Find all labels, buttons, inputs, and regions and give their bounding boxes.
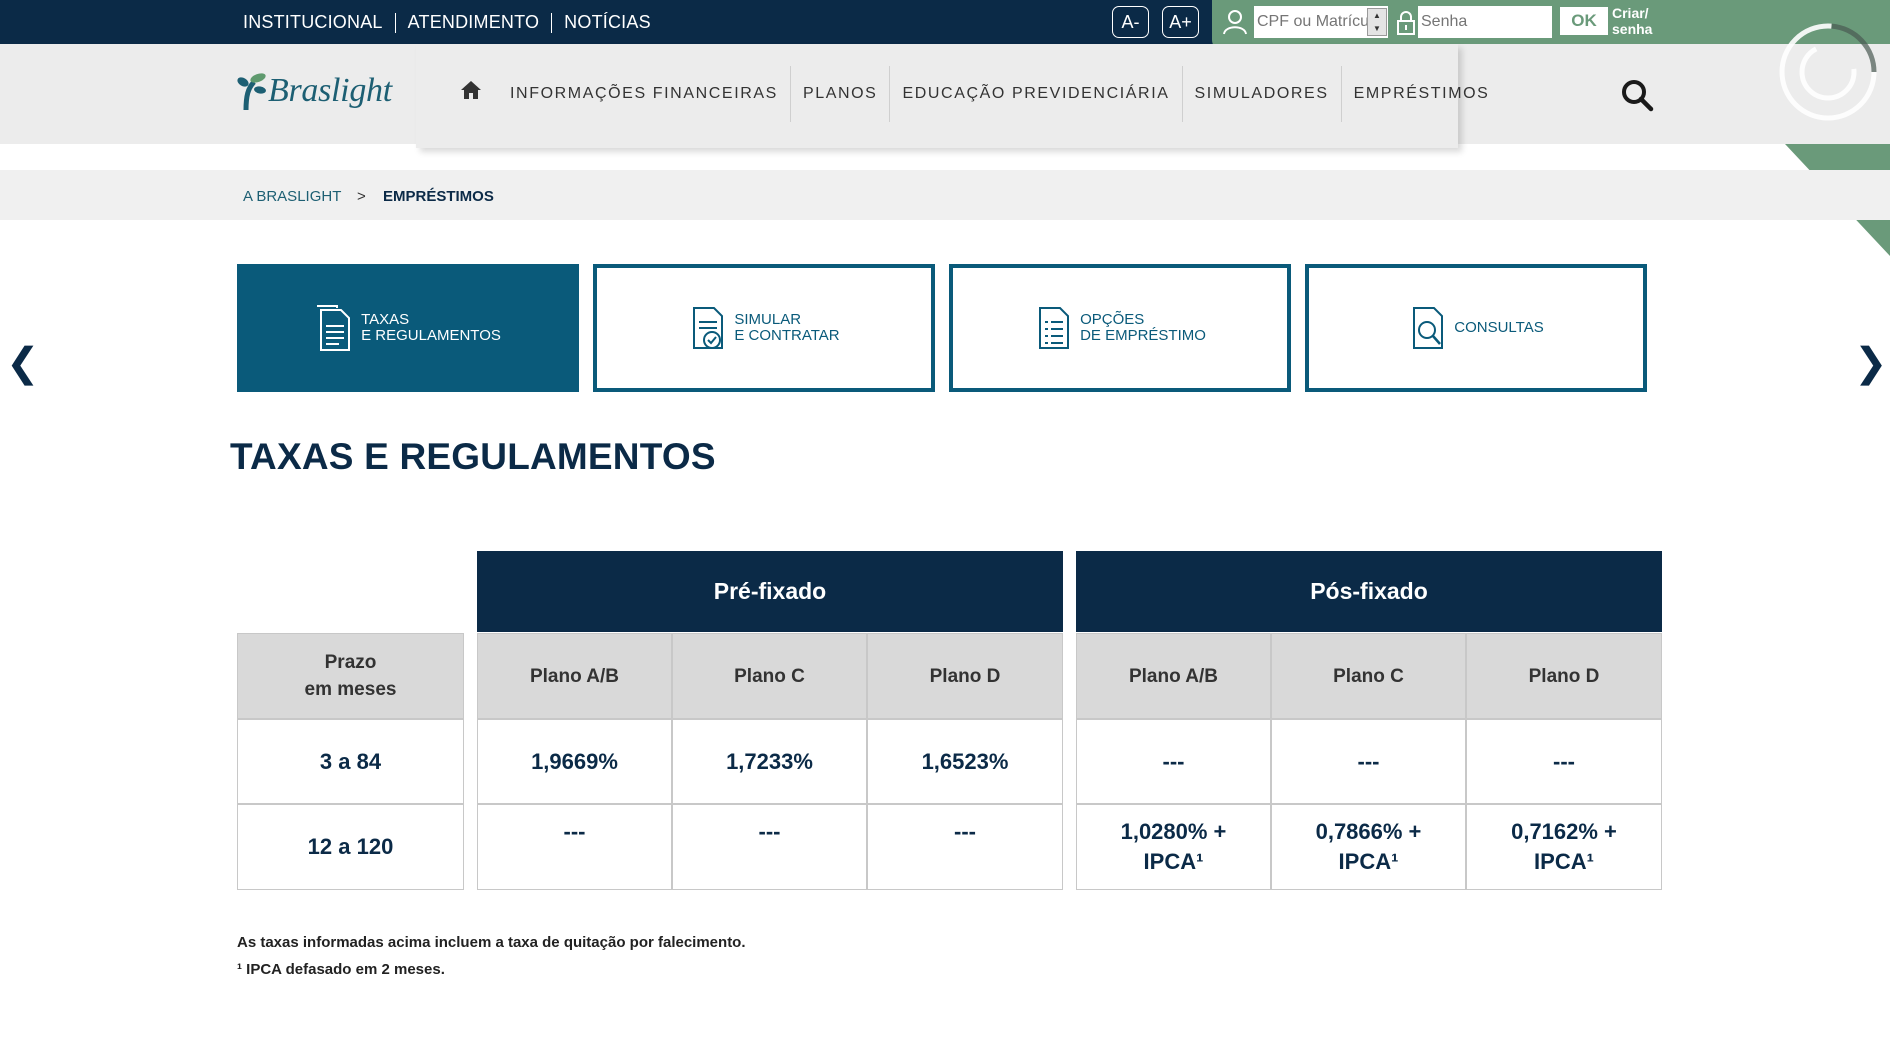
table-cell: --- xyxy=(1076,719,1271,804)
logo-text: Braslight xyxy=(268,72,392,109)
table-cell: 1,7233% xyxy=(672,719,867,804)
table-cell: 0,7866% + IPCA¹ xyxy=(1271,804,1466,890)
plan-header: Plano D xyxy=(1466,633,1662,719)
home-icon[interactable] xyxy=(460,80,482,100)
table-cell: 1,6523% xyxy=(867,719,1063,804)
nav-simuladores[interactable]: SIMULADORES xyxy=(1183,66,1342,122)
tab-label: TAXAS E REGULAMENTOS xyxy=(361,311,501,344)
nav-educacao-previdenciaria[interactable]: EDUCAÇÃO PREVIDENCIÁRIA xyxy=(890,66,1183,122)
tab-label: OPÇÕES DE EMPRÉSTIMO xyxy=(1080,311,1206,344)
criar-senha-line1: Criar/ xyxy=(1612,5,1649,21)
main-nav: INFORMAÇÕES FINANCEIRAS PLANOS EDUCAÇÃO … xyxy=(498,66,1501,122)
breadcrumb-separator: > xyxy=(357,188,366,205)
table-cell: --- xyxy=(867,804,1063,890)
user-icon xyxy=(1223,10,1247,35)
document-list-icon xyxy=(1039,307,1070,349)
login-ok-button[interactable]: OK xyxy=(1560,7,1608,35)
plan-header: Plano D xyxy=(867,633,1063,719)
link-noticias[interactable]: NOTÍCIAS xyxy=(564,12,651,33)
plan-header: Plano C xyxy=(1271,633,1466,719)
loading-ring-icon xyxy=(1779,23,1877,121)
document-search-icon xyxy=(1413,307,1444,349)
senha-input[interactable] xyxy=(1418,6,1552,38)
link-atendimento[interactable]: ATENDIMENTO xyxy=(408,12,540,33)
group-header-pre-fixado: Pré-fixado xyxy=(477,551,1063,632)
table-cell: 0,7162% + IPCA¹ xyxy=(1466,804,1662,890)
breadcrumb-current: EMPRÉSTIMOS xyxy=(383,188,494,205)
tab-opcoes-emprestimo[interactable]: OPÇÕES DE EMPRÉSTIMO xyxy=(949,264,1291,392)
table-cell: --- xyxy=(1466,719,1662,804)
logo-mark-icon xyxy=(237,73,266,111)
lock-icon xyxy=(1397,11,1415,35)
group-header-pos-fixado: Pós-fixado xyxy=(1076,551,1662,632)
link-institucional[interactable]: INSTITUCIONAL xyxy=(243,12,383,33)
footnote: As taxas informadas acima incluem a taxa… xyxy=(237,934,746,951)
nav-informacoes-financeiras[interactable]: INFORMAÇÕES FINANCEIRAS xyxy=(498,66,791,122)
tab-consultas[interactable]: CONSULTAS xyxy=(1305,264,1647,392)
tab-taxas-regulamentos[interactable]: TAXAS E REGULAMENTOS xyxy=(237,264,579,392)
nav-planos[interactable]: PLANOS xyxy=(791,66,891,122)
table-cell: 1,0280% + IPCA¹ xyxy=(1076,804,1271,890)
plan-header: Plano A/B xyxy=(1076,633,1271,719)
plan-header: Plano C xyxy=(672,633,867,719)
font-decrease-button[interactable]: A- xyxy=(1112,6,1149,38)
nav-emprestimos[interactable]: EMPRÉSTIMOS xyxy=(1342,66,1502,122)
tab-simular-contratar[interactable]: SIMULAR E CONTRATAR xyxy=(593,264,935,392)
criar-senha-line2: senha xyxy=(1612,21,1653,37)
prazo-header: Prazo em meses xyxy=(237,633,464,719)
table-cell: 1,9669% xyxy=(477,719,672,804)
carousel-prev-button[interactable]: ❮ xyxy=(6,343,40,383)
search-icon[interactable] xyxy=(1620,78,1654,112)
table-cell: --- xyxy=(1271,719,1466,804)
document-icon xyxy=(317,305,351,351)
document-check-icon xyxy=(693,307,724,349)
page-title: TAXAS E REGULAMENTOS xyxy=(230,436,716,477)
table-cell: --- xyxy=(477,804,672,890)
carousel-next-button[interactable]: ❯ xyxy=(1854,343,1888,383)
breadcrumb-home[interactable]: A BRASLIGHT xyxy=(243,188,341,205)
plan-header: Plano A/B xyxy=(477,633,672,719)
top-links: INSTITUCIONAL ATENDIMENTO NOTÍCIAS xyxy=(243,12,651,33)
tab-label: CONSULTAS xyxy=(1454,319,1544,336)
divider xyxy=(551,12,553,33)
table-row-prazo: 12 a 120 xyxy=(237,804,464,890)
logo[interactable]: Braslight xyxy=(236,70,392,112)
divider xyxy=(394,12,396,33)
stepper-icon[interactable]: ▲ ▼ xyxy=(1367,8,1387,36)
tab-label: SIMULAR E CONTRATAR xyxy=(734,311,840,344)
table-cell: --- xyxy=(672,804,867,890)
footnote: ¹ IPCA defasado em 2 meses. xyxy=(237,961,445,978)
criar-senha-link[interactable]: Criar/ senha xyxy=(1612,5,1660,37)
table-row-prazo: 3 a 84 xyxy=(237,719,464,804)
font-increase-button[interactable]: A+ xyxy=(1162,6,1199,38)
